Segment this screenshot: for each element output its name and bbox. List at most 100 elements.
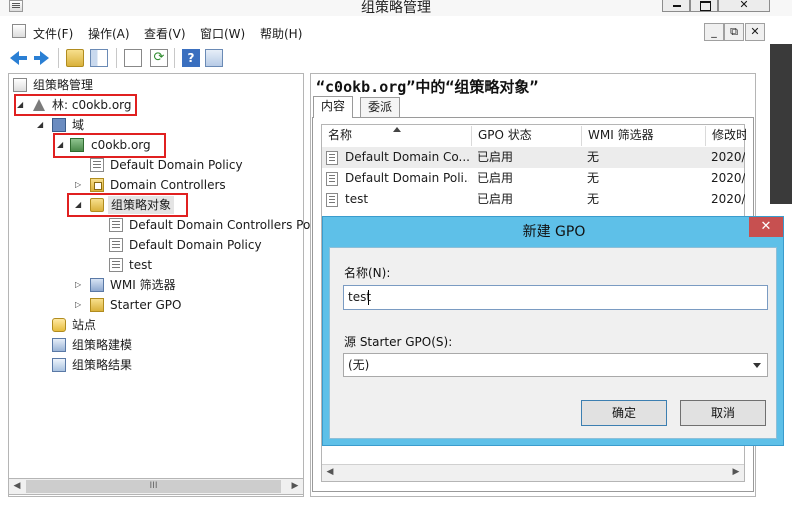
mdi-minimize-button[interactable]: _ [704, 23, 724, 41]
help-icon[interactable]: ? [182, 49, 200, 67]
menu-action[interactable]: 操作(A) [88, 25, 130, 42]
list-horizontal-scrollbar[interactable]: ◀ ▶ [322, 464, 744, 481]
expand-toggle-icon[interactable]: ◢ [37, 116, 43, 134]
modeling-icon [52, 338, 66, 352]
menu-file[interactable]: 文件(F) [33, 25, 73, 42]
cell-modified: 2020/ [711, 150, 745, 164]
gpo-icon [109, 258, 123, 272]
title-bar: 组策略管理 ✕ [0, 0, 792, 16]
tree-label: Starter GPO [110, 298, 182, 312]
scrollbar-thumb[interactable]: III [26, 480, 281, 493]
back-arrow-icon[interactable] [10, 49, 28, 67]
maximize-button[interactable] [690, 0, 718, 12]
tree-label: WMI 筛选器 [110, 278, 176, 292]
tree-label: 域 [72, 118, 85, 132]
properties-icon[interactable] [205, 49, 223, 67]
menu-help[interactable]: 帮助(H) [260, 25, 302, 42]
highlight-box [67, 193, 188, 217]
collapse-toggle-icon[interactable]: ▷ [75, 296, 81, 314]
cell-name: Default Domain Poli... [345, 171, 469, 185]
chevron-down-icon [753, 363, 761, 368]
gpo-icon [109, 218, 123, 232]
starter-gpo-label: 源 Starter GPO(S): [344, 335, 453, 349]
highlight-box [14, 94, 137, 116]
tree-label: test [129, 258, 153, 272]
text-caret [368, 290, 369, 305]
cell-wmi: 无 [587, 192, 600, 206]
cell-wmi: 无 [587, 150, 600, 164]
toolbar: ⟳ ? [0, 44, 792, 72]
cell-name: Default Domain Co... [345, 150, 469, 164]
sort-ascending-icon [393, 127, 401, 132]
minimize-button[interactable] [662, 0, 690, 12]
show-hide-tree-icon[interactable] [90, 49, 108, 67]
highlight-box [53, 133, 166, 158]
close-window-button[interactable]: ✕ [718, 0, 770, 12]
gpo-icon [326, 172, 338, 186]
tab-contents[interactable]: 内容 [313, 96, 354, 118]
scroll-left-icon[interactable]: ◀ [322, 465, 338, 480]
menu-view[interactable]: 查看(V) [144, 25, 186, 42]
tree-label: 组策略结果 [72, 358, 133, 372]
table-row[interactable]: test 已启用 无 2020/ [322, 189, 745, 210]
cell-status: 已启用 [477, 171, 514, 185]
column-header-modified[interactable]: 修改时 [706, 126, 746, 146]
ok-button[interactable]: 确定 [581, 400, 667, 426]
gpo-icon [326, 151, 338, 165]
cell-name: test [345, 192, 369, 206]
collapse-toggle-icon[interactable]: ▷ [75, 276, 81, 294]
console-doc-icon [12, 24, 26, 38]
menu-bar: 文件(F) 操作(A) 查看(V) 窗口(W) 帮助(H) [0, 21, 792, 43]
starter-gpo-icon [90, 298, 104, 312]
name-input[interactable]: test [343, 285, 768, 310]
column-header-gpo-status[interactable]: GPO 状态 [472, 126, 582, 146]
domains-icon [52, 118, 66, 132]
gpo-icon [326, 193, 338, 207]
cell-modified: 2020/ [711, 171, 745, 185]
tree-label: 组策略管理 [33, 78, 94, 92]
select-value: (无) [348, 358, 370, 372]
cell-modified: 2020/ [711, 192, 745, 206]
gpmc-window: 组策略管理 ✕ 文件(F) 操作(A) 查看(V) 窗口(W) 帮助(H) _ … [0, 0, 792, 505]
tree-label: 组策略建模 [72, 338, 133, 352]
menu-window[interactable]: 窗口(W) [200, 25, 245, 42]
copy-icon[interactable] [124, 49, 142, 67]
tree-label: 站点 [72, 318, 97, 332]
toolbar-separator [58, 48, 59, 68]
refresh-icon[interactable]: ⟳ [150, 49, 168, 67]
details-title: “c0okb.org”中的“组策略对象” [316, 78, 539, 96]
tree-label: Default Domain Controllers Po [129, 218, 311, 232]
ou-icon [90, 178, 104, 192]
scroll-right-icon[interactable]: ▶ [728, 465, 744, 480]
results-icon [52, 358, 66, 372]
dialog-title: 新建 GPO [522, 224, 586, 240]
new-gpo-dialog: 新建 GPO ✕ 名称(N): test 源 Starter GPO(S): (… [322, 216, 784, 446]
tab-delegation[interactable]: 委派 [360, 97, 401, 118]
gpo-icon [109, 238, 123, 252]
dialog-body: 名称(N): test 源 Starter GPO(S): (无) 确定 取消 [329, 247, 777, 439]
column-header-wmi-filter[interactable]: WMI 筛选器 [582, 126, 706, 146]
forward-arrow-icon[interactable] [34, 49, 52, 67]
table-row[interactable]: Default Domain Co... 已启用 无 2020/ [322, 147, 745, 168]
cell-status: 已启用 [477, 192, 514, 206]
mdi-restore-button[interactable]: ⧉ [724, 23, 744, 41]
toolbar-separator [174, 48, 175, 68]
collapse-toggle-icon[interactable]: ▷ [75, 176, 81, 194]
wmi-filter-icon [90, 278, 104, 292]
scroll-left-icon[interactable]: ◀ [9, 479, 25, 494]
up-folder-icon[interactable] [66, 49, 84, 67]
table-row[interactable]: Default Domain Poli... 已启用 无 2020/ [322, 168, 745, 189]
tree-horizontal-scrollbar[interactable]: ◀ III ▶ [8, 478, 304, 495]
sites-icon [52, 318, 66, 332]
cell-status: 已启用 [477, 150, 514, 164]
tree-label: Domain Controllers [110, 178, 226, 192]
cancel-button[interactable]: 取消 [680, 400, 766, 426]
background-window-edge [770, 44, 792, 204]
tree-label: Default Domain Policy [129, 238, 262, 252]
name-label: 名称(N): [344, 266, 391, 280]
starter-gpo-select[interactable]: (无) [343, 353, 768, 377]
scroll-right-icon[interactable]: ▶ [287, 479, 303, 494]
tree-label: Default Domain Policy [110, 158, 243, 172]
dialog-close-button[interactable]: ✕ [749, 217, 783, 237]
mdi-close-button[interactable]: ✕ [745, 23, 765, 41]
